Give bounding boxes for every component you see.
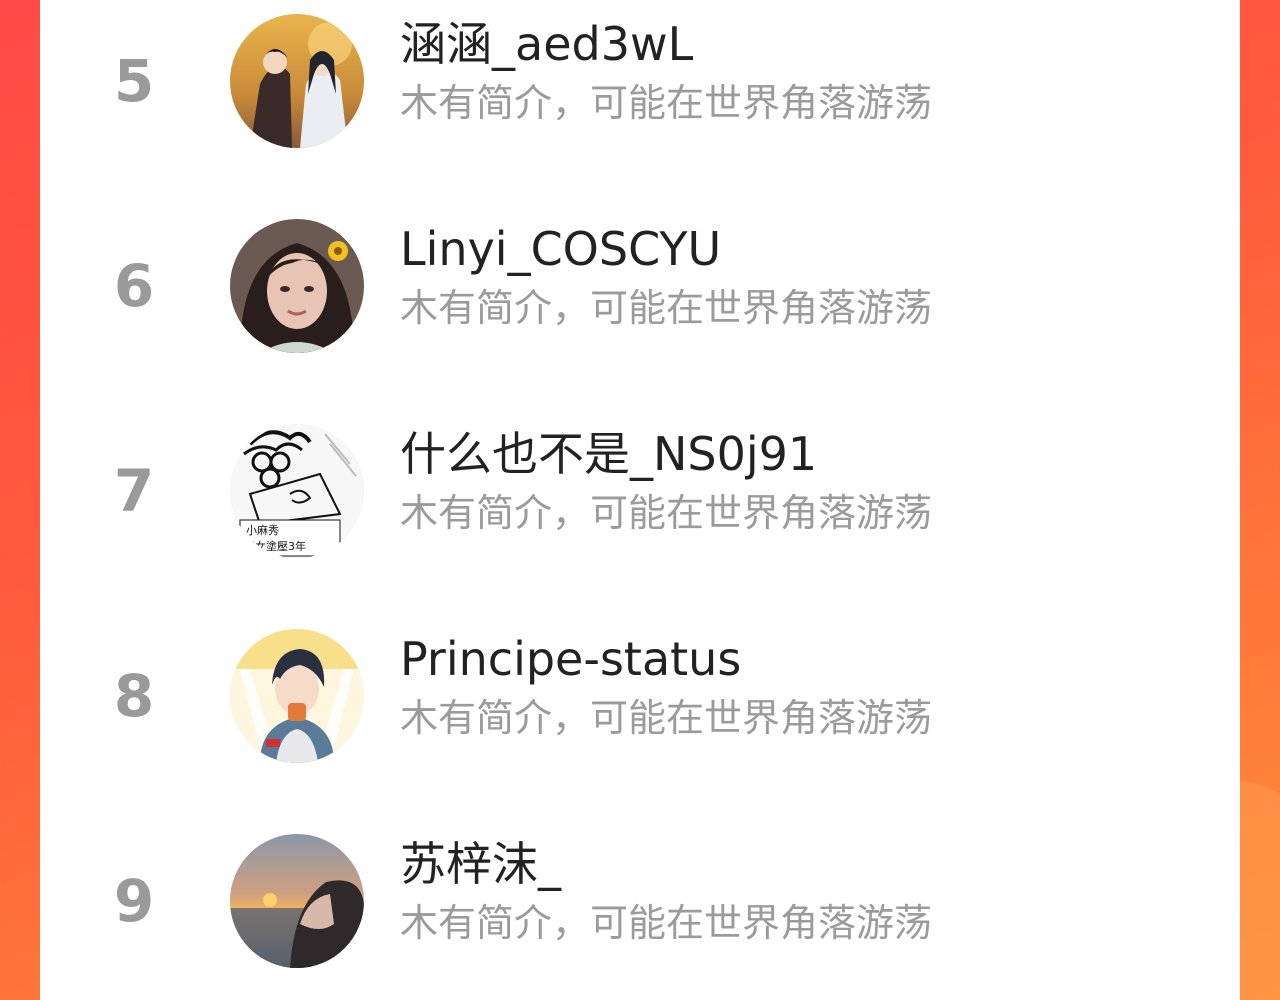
rank-number: 9 [113,867,155,935]
anime-boy-avatar-image [230,629,364,763]
manga-sketch-avatar[interactable]: 小麻秀 家女塗壓3年 [230,424,364,558]
ranking-list-panel: 5 涵涵_aed3wL 木有简介，可能在世界角落游荡 6 Linyi_COSCY… [40,0,1240,1000]
user-bio: 木有简介，可能在世界角落游荡 [400,81,933,125]
user-bio: 木有简介，可能在世界角落游荡 [400,696,933,740]
anime-boy-avatar[interactable] [230,629,364,763]
avatar-caption-line2: 家女塗壓3年 [244,539,306,553]
sunset-profile-avatar[interactable] [230,834,364,968]
sunset-profile-avatar-image [230,834,364,968]
ranking-row[interactable]: 9 苏梓沫_ 木有简介，可能在世界角落游荡 [40,830,1240,970]
woman-portrait-avatar-image [230,219,364,353]
ranking-row[interactable]: 5 涵涵_aed3wL 木有简介，可能在世界角落游荡 [40,10,1240,150]
anime-duo-avatar-image [230,14,364,148]
ranking-row[interactable]: 6 Linyi_COSCYU 木有简介，可能在世界角落游荡 [40,215,1240,355]
username[interactable]: Principe-status [400,629,741,689]
rank-number: 6 [113,252,155,320]
username[interactable]: 苏梓沫_ [400,834,561,894]
ranking-row[interactable]: 8 Principe-status 木有简介，可能在世界角落游荡 [40,625,1240,765]
avatar-caption-line1: 小麻秀 [246,523,279,537]
user-bio: 木有简介，可能在世界角落游荡 [400,901,933,945]
user-bio: 木有简介，可能在世界角落游荡 [400,286,933,330]
ranking-row[interactable]: 7 小麻秀 家女塗壓3年 什么也不是_NS0j91 木有简介，可能在世界角落游荡 [40,420,1240,560]
username[interactable]: Linyi_COSCYU [400,219,721,279]
rank-number: 8 [113,662,155,730]
rank-number: 5 [113,47,155,115]
woman-portrait-avatar[interactable] [230,219,364,353]
manga-sketch-avatar-image: 小麻秀 家女塗壓3年 [230,424,364,558]
username[interactable]: 什么也不是_NS0j91 [400,424,817,484]
rank-number: 7 [113,457,155,525]
username[interactable]: 涵涵_aed3wL [400,14,693,74]
anime-duo-avatar[interactable] [230,14,364,148]
user-bio: 木有简介，可能在世界角落游荡 [400,491,933,535]
